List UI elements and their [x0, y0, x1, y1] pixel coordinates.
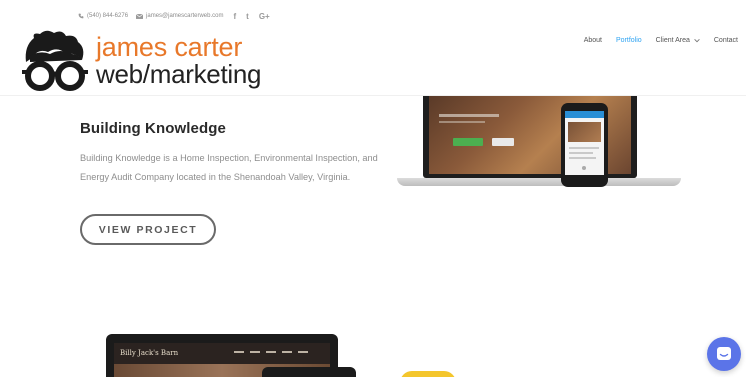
phone-text-line	[569, 157, 596, 159]
brand-name: james carter	[96, 32, 243, 62]
nerd-glasses-logo-icon	[22, 30, 88, 91]
preview-nav-line	[282, 351, 292, 353]
preview-button-light	[492, 138, 514, 146]
project-laptop-mockup	[397, 96, 681, 188]
chat-button[interactable]	[707, 337, 741, 371]
site-logo[interactable]: james carter web/marketing	[20, 28, 261, 96]
brand-tagline: web/marketing	[96, 59, 262, 89]
brand-text: james carter web/marketing	[96, 32, 262, 89]
site-header: james carter web/marketing About Portfol…	[0, 0, 746, 96]
nav-item-contact[interactable]: Contact	[714, 37, 738, 44]
preview-nav-line	[298, 351, 308, 353]
phone-header-bar	[565, 111, 604, 118]
yellow-graphic	[400, 371, 456, 377]
second-project-phone-mockup	[262, 367, 356, 377]
project-title: Building Knowledge	[80, 120, 226, 137]
chat-icon	[717, 347, 731, 360]
preview-site-name: Billy Jack's Barn	[120, 349, 179, 357]
project-description: Building Knowledge is a Home Inspection,…	[80, 153, 378, 182]
nav-item-portfolio[interactable]: Portfolio	[616, 37, 642, 44]
phone-text-line	[569, 152, 593, 154]
project-phone-mockup	[561, 103, 608, 187]
nav-item-about[interactable]: About	[584, 37, 602, 44]
phone-dot	[582, 166, 586, 170]
nav-item-client-area[interactable]: Client Area	[656, 37, 700, 44]
view-project-button[interactable]: VIEW PROJECT	[80, 214, 216, 245]
preview-nav-line	[234, 351, 244, 353]
chevron-down-icon	[694, 38, 700, 42]
phone-screen	[565, 111, 604, 175]
preview-text-line	[439, 114, 499, 117]
nav-item-client-area-label: Client Area	[655, 37, 690, 44]
preview-nav-line	[266, 351, 276, 353]
preview-text-line	[439, 121, 485, 123]
laptop-base	[397, 178, 681, 186]
preview-nav-line	[250, 351, 260, 353]
preview-button-green	[453, 138, 483, 146]
phone-image	[568, 122, 601, 142]
phone-text-line	[569, 147, 599, 149]
main-nav: About Portfolio Client Area Contact	[584, 37, 738, 44]
